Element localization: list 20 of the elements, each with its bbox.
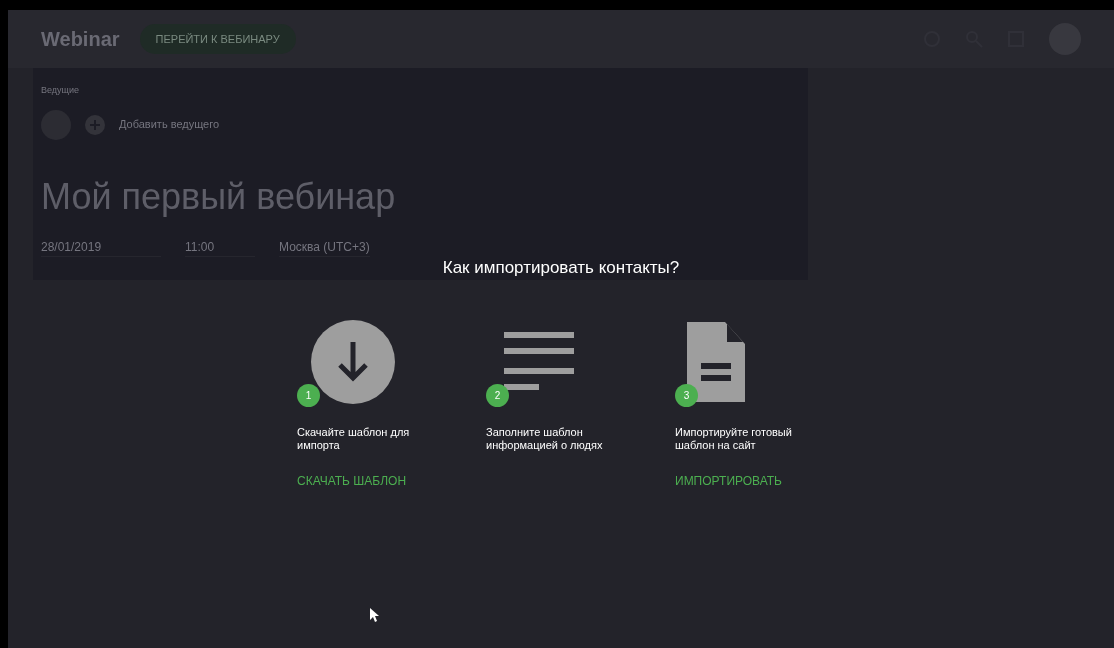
step-link[interactable]: СКАЧАТЬ ШАБЛОН	[297, 472, 407, 490]
date-field[interactable]: 28/01/2019	[41, 237, 161, 257]
event-title: Мой первый вебинар	[41, 174, 397, 219]
dialog-title: Как импортировать контакты?	[442, 257, 680, 279]
cursor-icon	[370, 608, 380, 622]
download-icon	[311, 320, 395, 404]
step-number-badge: 3	[675, 384, 698, 407]
add-host-link[interactable]: Добавить ведущего	[119, 116, 220, 133]
step-description: Импортируйте готовый шаблон на сайт	[675, 426, 793, 453]
plus-icon[interactable]	[85, 114, 105, 135]
step-link[interactable]: ИМПОРТИРОВАТЬ	[675, 472, 782, 490]
step-description: Скачайте шаблон для импорта	[297, 426, 411, 453]
step-description: Заполните шаблон информацией о людях	[486, 426, 604, 453]
step-number-badge: 2	[486, 384, 509, 407]
time-field[interactable]: 11:00	[185, 237, 255, 257]
logo: Webinar	[41, 27, 120, 52]
step-number-badge: 1	[297, 384, 320, 407]
hosts-label: Ведущие	[41, 84, 80, 97]
timezone-field[interactable]: Москва (UTC+3)	[279, 237, 370, 257]
go-to-webinar-button[interactable]: ПЕРЕЙТИ К ВЕБИНАРУ	[139, 24, 296, 54]
